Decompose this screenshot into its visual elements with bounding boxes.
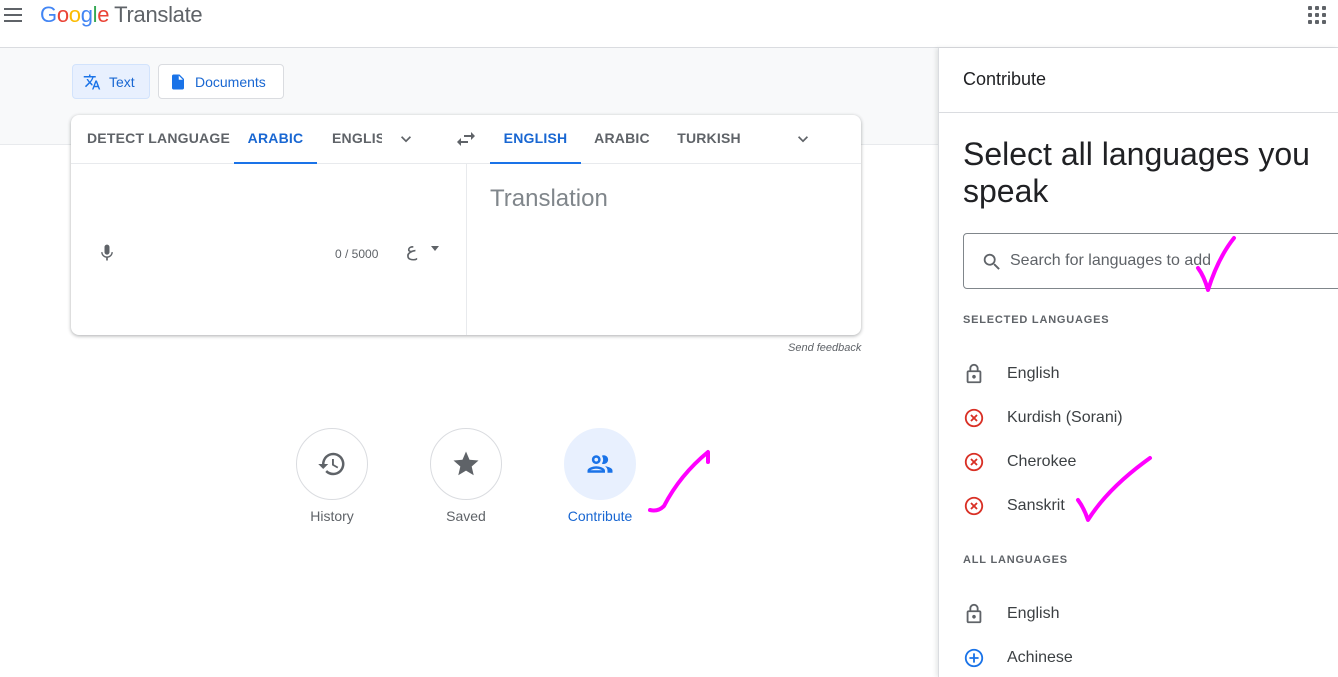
card-divider [466,164,467,335]
annotation-checkmark [648,450,710,513]
all-language-row: Achinese [963,640,1323,676]
documents-mode-label: Documents [195,73,266,90]
tab-target-turkish[interactable]: TURKISH [674,115,744,164]
annotation-checkmark [1076,456,1152,522]
logo-letter: o [56,2,69,27]
language-search-input[interactable] [1010,248,1330,274]
target-more-languages[interactable] [793,129,813,149]
logo-letter: G [40,2,57,27]
source-more-languages[interactable] [396,129,416,149]
remove-circle-icon[interactable] [963,451,985,473]
logo-letter: o [68,2,81,27]
swap-languages-button[interactable] [454,127,478,151]
logo-letter: e [97,2,110,27]
input-tools-button[interactable]: ع [406,239,417,262]
chevron-down-icon [401,136,411,143]
translate-icon [83,74,101,89]
all-languages-label: ALL LANGUAGES [963,554,1068,566]
language-name: English [1007,365,1060,382]
remove-circle-icon[interactable] [963,495,985,517]
swap-icon [457,132,475,146]
saved-circle[interactable] [430,428,502,500]
hamburger-menu-icon[interactable] [2,6,24,24]
selected-languages-label: SELECTED LANGUAGES [963,314,1110,326]
language-name: Cherokee [1007,453,1077,470]
tab-source-english[interactable]: ENGLIS [332,115,382,164]
language-name: English [1007,605,1060,622]
product-name: Translate [114,2,203,27]
history-label: History [310,508,354,524]
contribute-label: Contribute [567,508,633,524]
saved-button[interactable]: Saved [430,428,502,524]
history-button[interactable]: History [296,428,368,524]
apps-grid-icon[interactable] [1308,6,1326,24]
contribute-panel: Contribute Select all languages you spea… [938,48,1338,677]
translate-card: DETECT LANGUAGE ARABIC ENGLIS ENGLISH AR… [71,115,861,335]
language-name: Sanskrit [1007,497,1065,514]
panel-heading: Select all languages you speak [963,136,1310,209]
remove-circle-icon[interactable] [963,407,985,429]
lock-icon [963,363,985,385]
documents-mode-button[interactable]: Documents [158,64,284,99]
lock-icon [963,603,985,625]
language-bar: DETECT LANGUAGE ARABIC ENGLIS ENGLISH AR… [71,115,861,164]
panel-title: Contribute [963,69,1047,89]
text-mode-button[interactable]: Text [72,64,150,99]
search-icon [983,253,1000,270]
document-icon [172,74,184,89]
microphone-icon [101,244,113,261]
contribute-button[interactable]: Contribute [564,428,636,524]
history-circle[interactable] [296,428,368,500]
language-name: Kurdish (Sorani) [1007,409,1123,426]
panel-header: Contribute [939,48,1338,113]
chevron-down-icon [798,136,808,143]
tab-detect-language[interactable]: DETECT LANGUAGE [87,115,230,164]
tab-target-arabic[interactable]: ARABIC [591,115,653,164]
translation-output: Translation [490,185,608,212]
language-search-box[interactable] [963,233,1338,289]
all-language-row: English [963,596,1323,632]
translate-main: Text Documents DETECT LANGUAGE ARABIC EN… [0,48,938,677]
saved-label: Saved [446,508,486,524]
top-bar: Google Translate [0,0,1338,48]
selected-language-row: English [963,356,1323,392]
history-icon [318,452,345,476]
text-mode-label: Text [109,73,135,90]
add-circle-icon[interactable] [963,647,985,669]
input-tools-dropdown-icon[interactable] [431,246,439,251]
star-icon [453,451,479,476]
annotation-checkmark [1196,236,1236,292]
contribute-circle[interactable] [564,428,636,500]
language-name: Achinese [1007,649,1073,666]
logo-letter: g [80,2,93,27]
character-count: 0 / 5000 [335,247,379,261]
tab-source-arabic[interactable]: ARABIC [234,115,317,164]
send-feedback-link[interactable]: Send feedback [788,342,861,354]
microphone-button[interactable] [97,243,117,263]
contribute-people-icon [587,455,613,473]
tab-target-english[interactable]: ENGLISH [490,115,581,164]
selected-language-row: Kurdish (Sorani) [963,400,1323,436]
google-translate-logo[interactable]: Google Translate [40,2,203,28]
